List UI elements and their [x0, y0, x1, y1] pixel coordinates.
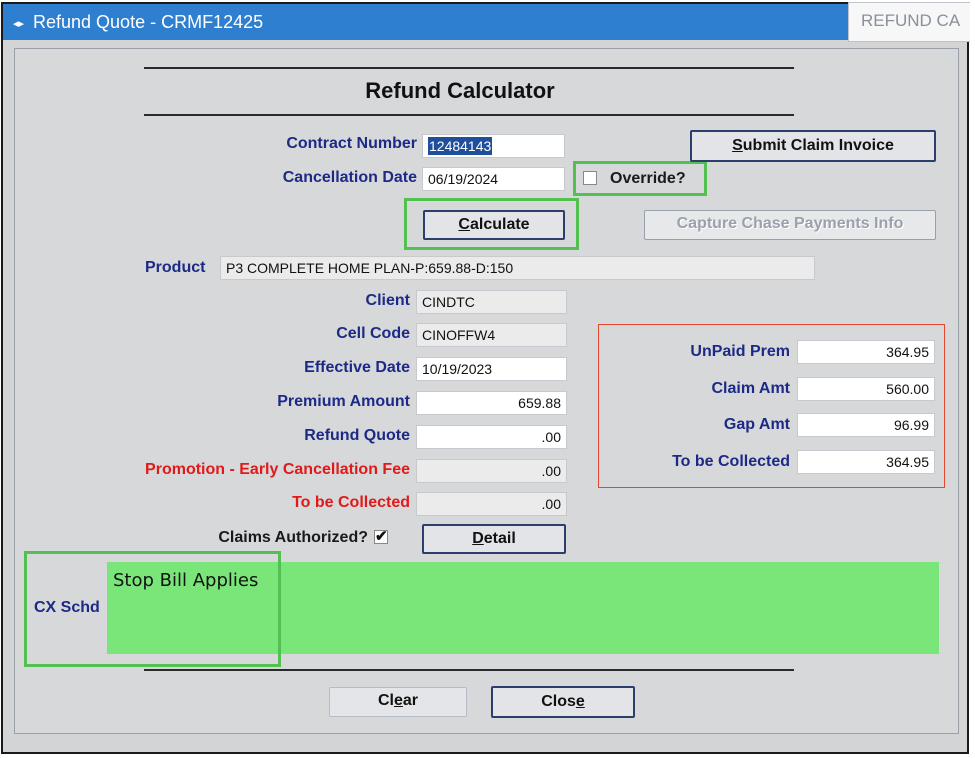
- to-be-collected-label: To be Collected: [292, 494, 410, 511]
- capture-chase-payments-button[interactable]: Capture Chase Payments Info: [644, 210, 936, 240]
- clear-label-pre: Cl: [377, 692, 394, 709]
- to-be-collected-field[interactable]: .00: [416, 492, 567, 516]
- submit-claim-invoice-button[interactable]: Submit Claim Invoice: [690, 130, 936, 162]
- divider-heading: [144, 114, 794, 116]
- clear-mnemonic: e: [393, 692, 403, 709]
- claims-authorized-label: Claims Authorized?: [218, 529, 368, 546]
- close-button[interactable]: Close: [491, 686, 635, 718]
- refund-quote-field[interactable]: .00: [416, 425, 567, 449]
- unpaid-prem-field[interactable]: 364.95: [797, 340, 935, 364]
- calculate-button[interactable]: Calculate: [423, 210, 565, 240]
- unpaid-prem-label: UnPaid Prem: [690, 343, 790, 360]
- clear-button[interactable]: Clear: [329, 687, 467, 717]
- window-title: Refund Quote - CRMF12425: [33, 12, 264, 32]
- app-arrows-icon: ◂▸: [13, 18, 25, 30]
- submit-claim-invoice-label: ubmit Claim Invoice: [742, 137, 894, 154]
- divider-top: [144, 67, 794, 69]
- cell-code-label: Cell Code: [336, 325, 410, 342]
- contract-number-label: Contract Number: [286, 135, 417, 152]
- title-bar: ◂▸ Refund Quote - CRMF12425: [3, 4, 848, 40]
- effective-date-field[interactable]: 10/19/2023: [416, 357, 567, 381]
- calculate-label: alculate: [469, 216, 530, 233]
- divider-bottom: [144, 669, 794, 671]
- claim-amt-label: Claim Amt: [711, 380, 790, 397]
- close-label-pre: Clos: [541, 693, 576, 710]
- close-mnemonic: e: [575, 693, 585, 710]
- promotion-fee-field[interactable]: .00: [416, 459, 567, 483]
- refund-quote-label: Refund Quote: [304, 427, 410, 444]
- client-field[interactable]: CINDTC: [416, 290, 567, 314]
- calculate-mnemonic: C: [458, 216, 470, 233]
- override-checkbox[interactable]: [583, 171, 597, 185]
- cell-code-field[interactable]: CINOFFW4: [416, 323, 567, 347]
- cancellation-date-field[interactable]: 06/19/2024: [422, 167, 565, 191]
- panel-to-be-collected-label: To be Collected: [672, 453, 790, 470]
- panel-to-be-collected-field[interactable]: 364.95: [797, 450, 935, 474]
- override-label: Override?: [610, 170, 686, 187]
- contract-number-field[interactable]: 12484143: [422, 134, 565, 158]
- tab-refund-calculator[interactable]: REFUND CA: [848, 2, 970, 42]
- detail-label: etail: [483, 530, 516, 547]
- premium-amount-label: Premium Amount: [277, 393, 410, 410]
- cancellation-date-label: Cancellation Date: [282, 169, 417, 186]
- submit-claim-invoice-mnemonic: S: [732, 137, 743, 154]
- premium-amount-field[interactable]: 659.88: [416, 391, 567, 415]
- client-label: Client: [365, 292, 410, 309]
- page-title: Refund Calculator: [365, 78, 555, 103]
- detail-mnemonic: D: [472, 530, 484, 547]
- promotion-fee-label: Promotion - Early Cancellation Fee: [145, 461, 410, 478]
- checkmark-icon: ✔: [375, 528, 388, 545]
- cx-schd-highlight: [24, 551, 281, 667]
- clear-label-post: ar: [402, 692, 419, 709]
- claim-amt-field[interactable]: 560.00: [797, 377, 935, 401]
- contract-number-value: 12484143: [428, 137, 493, 155]
- product-field[interactable]: P3 COMPLETE HOME PLAN-P:659.88-D:150: [220, 256, 815, 280]
- effective-date-label: Effective Date: [304, 359, 410, 376]
- detail-button[interactable]: Detail: [422, 524, 566, 554]
- gap-amt-label: Gap Amt: [723, 416, 790, 433]
- product-label: Product: [145, 259, 206, 276]
- gap-amt-field[interactable]: 96.99: [797, 413, 935, 437]
